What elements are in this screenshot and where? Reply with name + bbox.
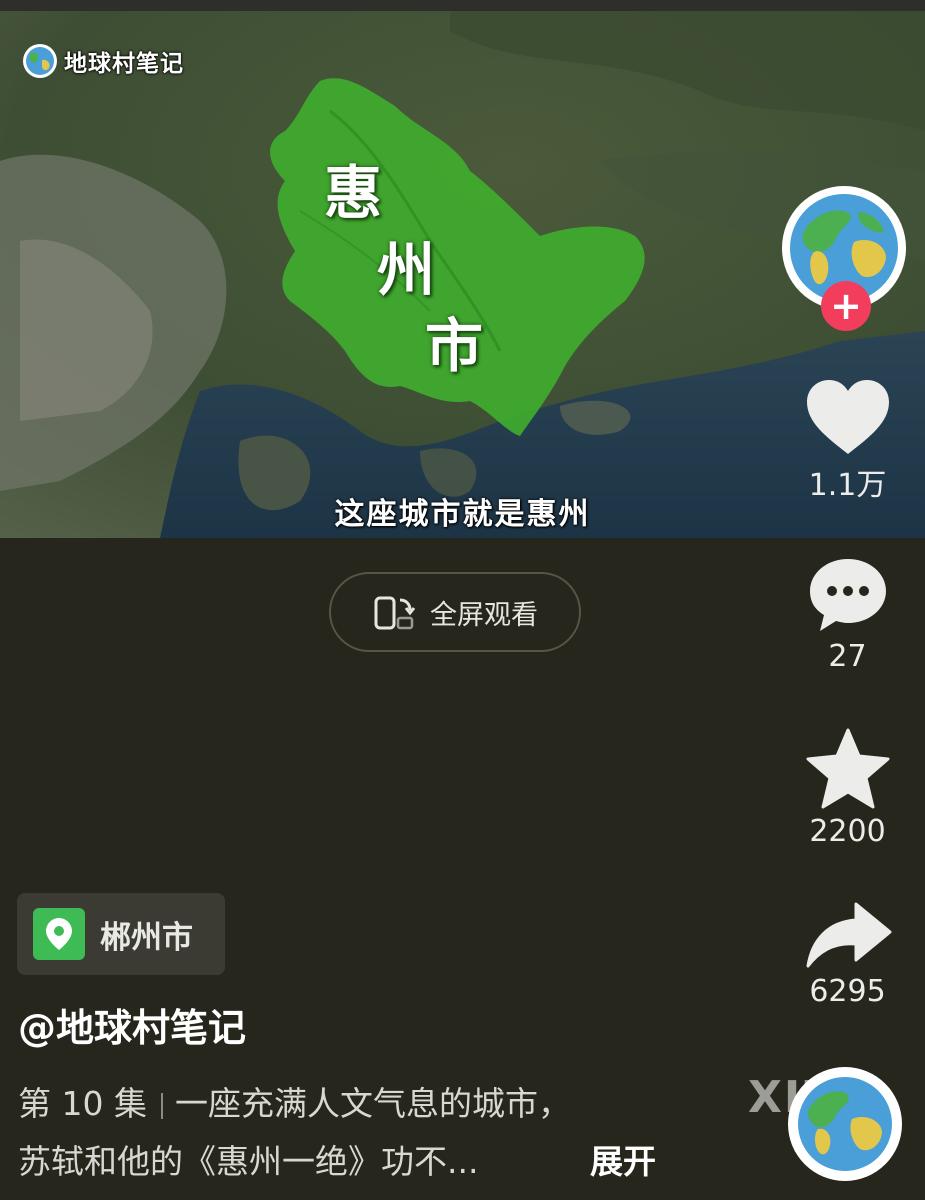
description-text-1: 一座充满人文气息的城市， [174,1084,571,1123]
video-subtitle: 这座城市就是惠州 [334,497,591,532]
share-arrow-icon [806,902,891,968]
star-icon [806,728,889,809]
description-text-2: 苏轼和他的《惠州一绝》功不... [18,1142,479,1181]
collect-count: 2200 [809,814,886,849]
like-button[interactable]: 1.1万 [790,378,905,504]
music-disc[interactable] [788,1067,902,1181]
map-label-char-3: 市 [425,312,484,380]
globe-icon [798,1077,892,1171]
comment-bubble-icon [809,559,886,631]
location-tag[interactable]: 郴州市 [17,893,225,975]
channel-logo: 地球村笔记 [22,41,184,81]
map-label-char-2: 州 [377,236,436,304]
comment-button[interactable]: 27 [790,555,905,674]
status-bar-strip [0,0,925,11]
heart-icon [806,380,889,454]
share-button[interactable]: 6295 [790,900,905,1009]
fullscreen-button[interactable]: 全屏观看 [329,572,581,652]
author-name[interactable]: @地球村笔记 [18,997,246,1052]
map-label-char-1: 惠 [324,159,383,227]
comment-count: 27 [828,639,867,674]
share-count: 6295 [809,974,886,1009]
plus-icon: + [830,284,862,328]
episode-label[interactable]: 第 10 集 [18,1084,147,1123]
map-pin-icon [46,918,72,950]
location-label: 郴州市 [100,919,193,956]
description-line-1: 第 10 集一座充满人文气息的城市， [18,1077,571,1125]
video-player[interactable]: 地球村笔记 惠 州 市 这座城市就是惠州 [0,11,925,538]
satellite-map-image [0,11,925,538]
like-count: 1.1万 [808,468,887,503]
rotate-phone-icon [374,596,416,630]
collect-button[interactable]: 2200 [790,728,905,849]
fullscreen-label: 全屏观看 [430,599,538,631]
channel-logo-text: 地球村笔记 [64,50,184,77]
globe-icon [23,44,57,78]
follow-button[interactable]: + [821,281,871,331]
divider [160,1092,163,1119]
expand-button[interactable]: 展开 [590,1135,656,1183]
